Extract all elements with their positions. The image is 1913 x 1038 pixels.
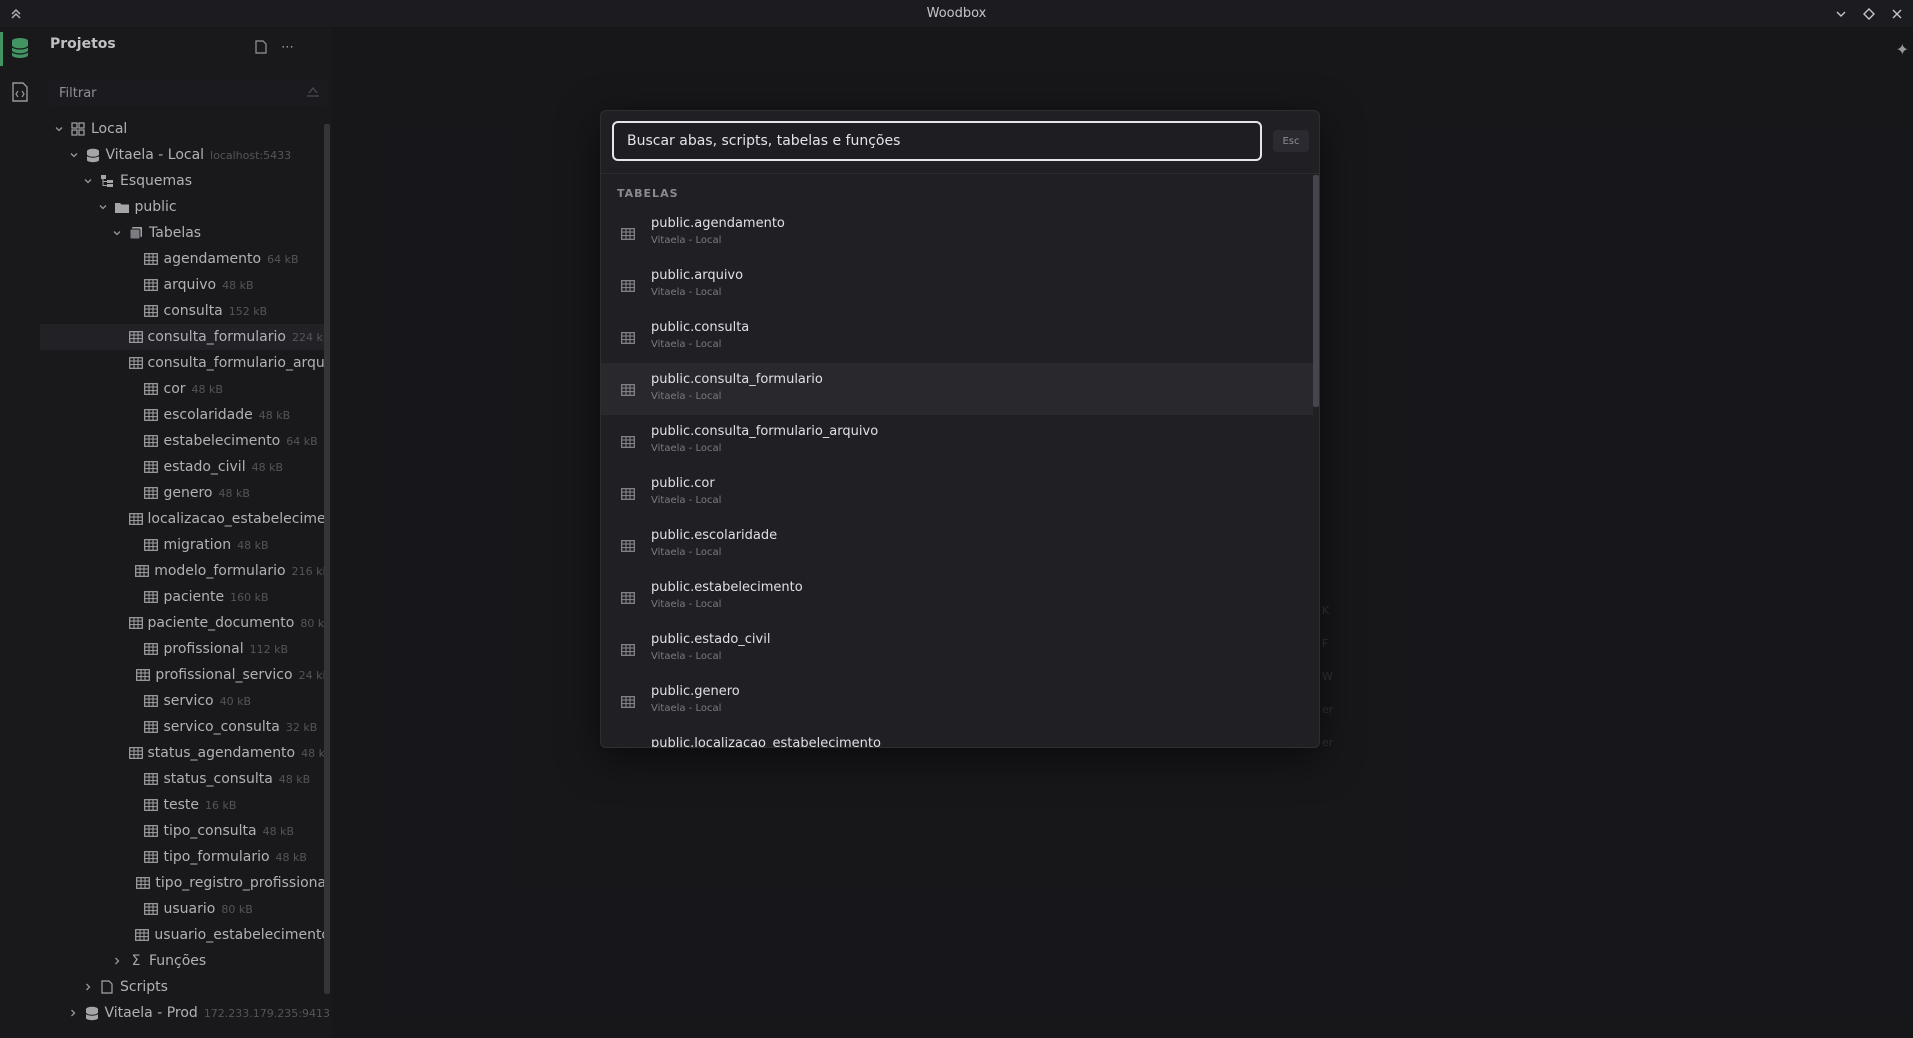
result-name: public.cor [651,476,715,491]
result-name: public.consulta_formulario [651,372,823,387]
table-icon [621,693,637,709]
palette-scrollbar[interactable] [1313,175,1319,407]
search-box[interactable] [612,121,1262,161]
result-name: public.estado_civil [651,632,771,647]
result-item[interactable]: public.localizacao_estabelecimento [601,727,1313,747]
section-label: TABELAS [617,187,679,200]
result-name: public.consulta_formulario_arquivo [651,424,879,439]
result-item[interactable]: public.consulta_formulario Vitaela - Loca… [601,363,1313,415]
result-item[interactable]: public.arquivo Vitaela - Local [601,259,1313,311]
result-name: public.consulta [651,320,750,335]
palette-divider [601,173,1319,174]
result-connection: Vitaela - Local [651,651,722,662]
table-icon [621,589,637,605]
result-item[interactable]: public.estado_civil Vitaela - Local [601,623,1313,675]
result-name: public.arquivo [651,268,744,283]
result-name: public.agendamento [651,216,785,231]
result-connection: Vitaela - Local [651,287,722,298]
table-icon [621,641,637,657]
result-item[interactable]: public.consulta_formulario_arquivo Vitael… [601,415,1313,467]
result-item[interactable]: public.consulta Vitaela - Local [601,311,1313,363]
command-palette: Esc TABELAS public.agendamento Vitaela - … [600,110,1320,748]
result-connection: Vitaela - Local [651,703,722,714]
table-icon [621,329,637,345]
table-icon [621,745,637,747]
result-connection: Vitaela - Local [651,391,722,402]
table-icon [621,225,637,241]
result-item[interactable]: public.escolaridade Vitaela - Local [601,519,1313,571]
result-connection: Vitaela - Local [651,495,722,506]
result-connection: Vitaela - Local [651,235,722,246]
result-connection: Vitaela - Local [651,443,722,454]
table-icon [621,537,637,553]
result-name: public.genero [651,684,740,699]
result-item[interactable]: public.cor Vitaela - Local [601,467,1313,519]
result-item[interactable]: public.agendamento Vitaela - Local [601,207,1313,259]
table-icon [621,277,637,293]
table-icon [621,485,637,501]
result-connection: Vitaela - Local [651,339,722,350]
result-item[interactable]: public.estabelecimento Vitaela - Local [601,571,1313,623]
results-list: public.agendamento Vitaela - Local public.… [601,207,1313,747]
result-name: public.estabelecimento [651,580,803,595]
result-connection: Vitaela - Local [651,547,722,558]
esc-button[interactable]: Esc [1273,130,1309,152]
table-icon [621,381,637,397]
result-connection: Vitaela - Local [651,599,722,610]
result-name: public.escolaridade [651,528,778,543]
table-icon [621,433,637,449]
search-input[interactable] [627,133,1260,149]
result-item[interactable]: public.genero Vitaela - Local [601,675,1313,727]
result-name: public.localizacao_estabelecimento [651,736,881,747]
